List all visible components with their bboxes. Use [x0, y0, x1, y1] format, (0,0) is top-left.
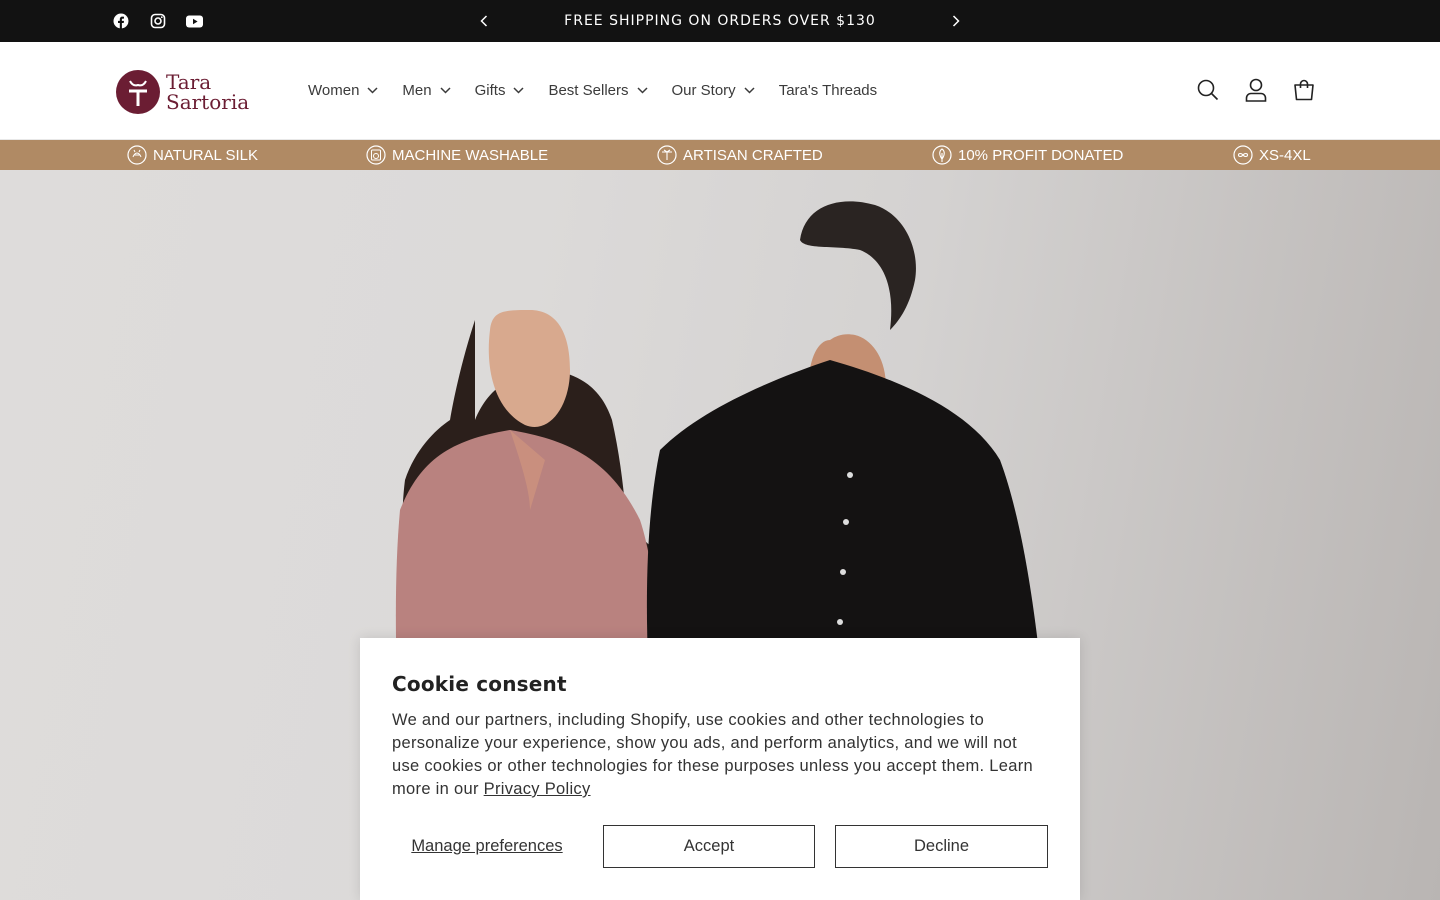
nav-label: Our Story	[671, 82, 736, 99]
nav-item-our-story[interactable]: Our Story	[660, 71, 767, 111]
chevron-down-icon	[513, 87, 524, 94]
feature-label: ARTISAN CRAFTED	[683, 146, 823, 164]
feature-strip: NATURAL SILK MACHINE WASHABLE ARTISAN CR…	[0, 140, 1440, 170]
account-icon[interactable]	[1232, 68, 1280, 112]
chevron-down-icon	[367, 87, 378, 94]
announcement-bar: FREE SHIPPING ON ORDERS OVER $130	[0, 0, 1440, 42]
nav-label: Men	[402, 82, 432, 99]
logo-line-2: Sartoria	[166, 90, 250, 114]
leaf-icon	[932, 145, 952, 165]
logo-line-1: Tara	[166, 70, 212, 94]
youtube-icon[interactable]	[176, 0, 213, 42]
chevron-down-icon	[440, 87, 451, 94]
washing-machine-icon	[366, 145, 386, 165]
social-links	[102, 0, 213, 42]
cookie-consent-dialog: Cookie consent We and our partners, incl…	[360, 638, 1080, 900]
artisan-icon	[657, 145, 677, 165]
nav-item-gifts[interactable]: Gifts	[463, 71, 537, 111]
chevron-down-icon	[636, 87, 648, 94]
feature-label: MACHINE WASHABLE	[392, 146, 549, 164]
facebook-icon[interactable]	[102, 0, 139, 42]
search-icon[interactable]	[1184, 68, 1232, 112]
feature-natural-silk: NATURAL SILK	[127, 140, 258, 170]
feature-profit-donated: 10% PROFIT DONATED	[932, 140, 1123, 170]
chevron-down-icon	[744, 87, 755, 94]
cookie-title: Cookie consent	[392, 672, 567, 696]
privacy-policy-link[interactable]: Privacy Policy	[484, 780, 591, 798]
main-nav: Women Men Gifts Best Sellers Our Story T…	[296, 42, 889, 139]
nav-item-taras-threads[interactable]: Tara's Threads	[767, 71, 889, 111]
infinity-icon	[1233, 145, 1253, 165]
nav-item-best-sellers[interactable]: Best Sellers	[536, 71, 659, 111]
feature-label: NATURAL SILK	[153, 146, 259, 164]
announcement-text: FREE SHIPPING ON ORDERS OVER $130	[564, 13, 876, 29]
feature-label: 10% PROFIT DONATED	[958, 146, 1124, 164]
nav-label: Best Sellers	[548, 82, 629, 99]
manage-preferences-button[interactable]: Manage preferences	[392, 825, 582, 868]
header-icons	[1184, 68, 1328, 112]
logo-emblem-icon	[116, 70, 160, 114]
feature-artisan-crafted: ARTISAN CRAFTED	[657, 140, 823, 170]
nav-label: Women	[308, 82, 360, 99]
announcement-prev-arrow[interactable]	[474, 11, 494, 31]
logo-text: Tara Sartoria	[166, 72, 249, 112]
cart-icon[interactable]	[1280, 68, 1328, 112]
nav-item-men[interactable]: Men	[390, 71, 462, 111]
instagram-icon[interactable]	[139, 0, 176, 42]
cookie-message: We and our partners, including Shopify, …	[392, 709, 1042, 801]
decline-button[interactable]: Decline	[835, 825, 1048, 868]
nav-item-women[interactable]: Women	[296, 71, 390, 111]
feature-label: XS-4XL	[1259, 146, 1311, 164]
site-header: Tara Sartoria Women Men Gifts Best Selle…	[0, 42, 1440, 140]
feature-sizes: XS-4XL	[1233, 140, 1311, 170]
announcement-next-arrow[interactable]	[946, 11, 966, 31]
silkworm-icon	[127, 145, 147, 165]
feature-machine-washable: MACHINE WASHABLE	[366, 140, 548, 170]
logo[interactable]: Tara Sartoria	[115, 67, 267, 117]
accept-button[interactable]: Accept	[603, 825, 815, 868]
nav-label: Tara's Threads	[778, 82, 878, 99]
nav-label: Gifts	[474, 82, 506, 99]
